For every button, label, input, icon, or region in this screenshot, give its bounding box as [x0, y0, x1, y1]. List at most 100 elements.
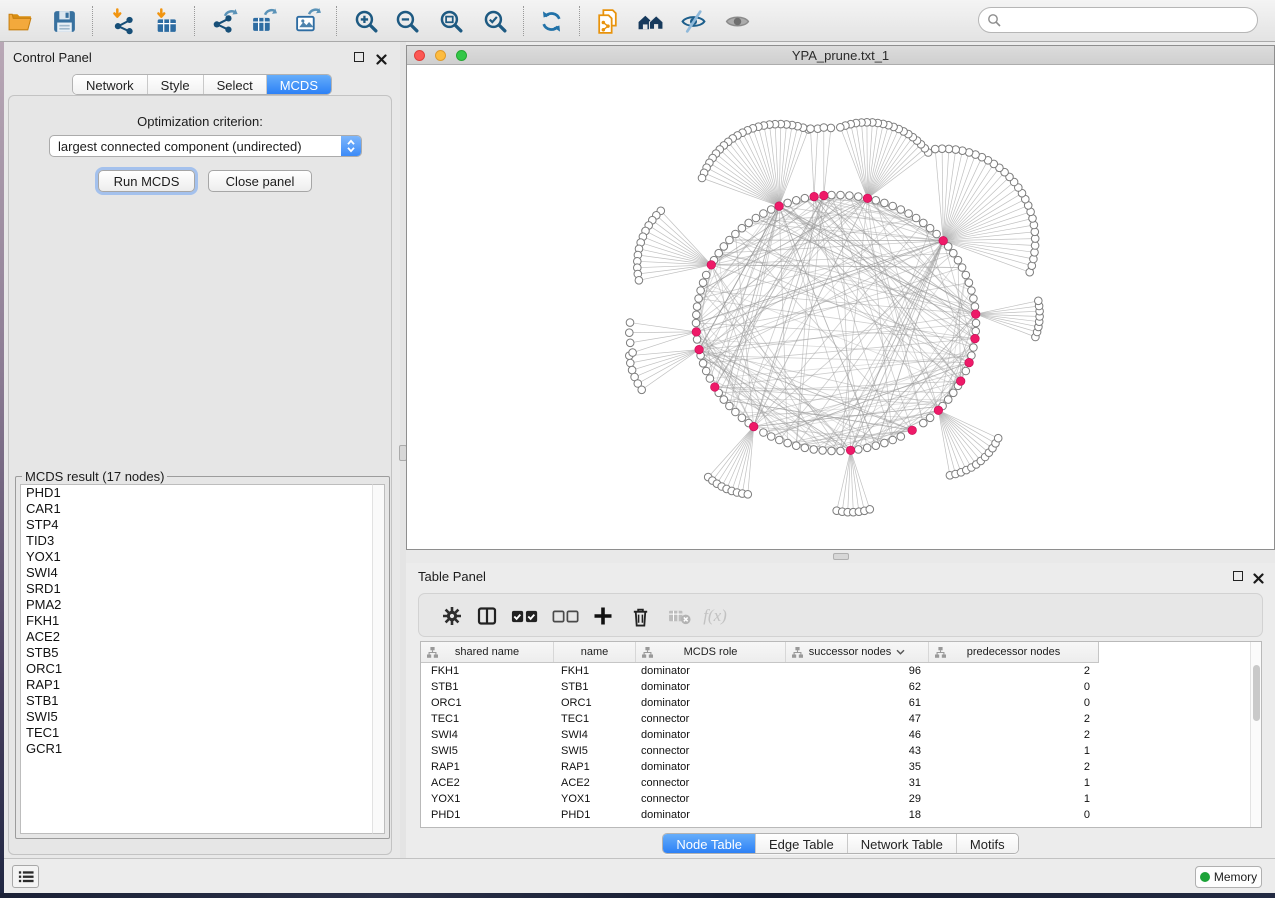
float-panel-icon[interactable]: [354, 52, 364, 62]
import-table-button[interactable]: [149, 4, 183, 38]
float-panel-icon[interactable]: [1233, 571, 1243, 581]
mcds-result-item[interactable]: ORC1: [21, 661, 372, 677]
task-history-button[interactable]: [12, 865, 39, 888]
table-cell: 1: [929, 745, 1098, 757]
table-row[interactable]: ACE2ACE2connector311: [421, 775, 1261, 791]
mcds-result-item[interactable]: SWI5: [21, 709, 372, 725]
mcds-result-item[interactable]: PMA2: [21, 597, 372, 613]
deselect-all-button[interactable]: [551, 601, 581, 631]
mcds-result-scrollbar[interactable]: [372, 484, 385, 834]
show-columns-button[interactable]: [472, 601, 502, 631]
table-row[interactable]: STB1STB1dominator620: [421, 679, 1261, 695]
close-panel-icon[interactable]: [376, 52, 387, 63]
export-network-icon: [211, 8, 238, 35]
network-window-titlebar[interactable]: YPA_prune.txt_1: [407, 46, 1274, 65]
save-floppy-icon: [51, 8, 78, 35]
mcds-result-item[interactable]: YOX1: [21, 549, 372, 565]
table-settings-button[interactable]: [437, 601, 467, 631]
table-row[interactable]: ORC1ORC1dominator610: [421, 695, 1261, 711]
export-table-button[interactable]: [246, 4, 280, 38]
horizontal-splitter[interactable]: [406, 550, 1275, 563]
mcds-result-item[interactable]: ACE2: [21, 629, 372, 645]
delete-table-button-disabled[interactable]: [665, 601, 695, 631]
add-column-button[interactable]: [588, 601, 618, 631]
show-hidden-button[interactable]: [720, 4, 754, 38]
open-session-button[interactable]: [3, 4, 37, 38]
table-cell: dominator: [636, 681, 786, 693]
tab-edge-table[interactable]: Edge Table: [755, 834, 847, 853]
table-row[interactable]: TEC1TEC1connector472: [421, 711, 1261, 727]
splitter-grip[interactable]: [833, 553, 849, 560]
run-mcds-button[interactable]: Run MCDS: [98, 170, 195, 192]
select-all-button[interactable]: [510, 601, 540, 631]
tab-mcds[interactable]: MCDS: [266, 75, 331, 94]
mcds-result-item[interactable]: TEC1: [21, 725, 372, 741]
column-header-shared-name[interactable]: shared name: [421, 642, 554, 662]
refresh-view-button[interactable]: [534, 4, 568, 38]
table-cell: YOX1: [421, 793, 554, 805]
table-row[interactable]: FKH1FKH1dominator962: [421, 663, 1261, 679]
mcds-result-item[interactable]: SRD1: [21, 581, 372, 597]
table-row[interactable]: RAP1RAP1dominator352: [421, 759, 1261, 775]
mcds-tab-content: Optimization criterion: largest connecte…: [8, 95, 392, 855]
close-panel-icon[interactable]: [1253, 571, 1264, 582]
tab-style[interactable]: Style: [147, 75, 203, 94]
checked-boxes-icon: [511, 607, 539, 626]
mcds-result-item[interactable]: CAR1: [21, 501, 372, 517]
zoom-in-icon: [353, 8, 380, 35]
zoom-out-icon: [394, 8, 421, 35]
mcds-result-item[interactable]: FKH1: [21, 613, 372, 629]
mcds-result-item[interactable]: PHD1: [21, 485, 372, 501]
mcds-result-item[interactable]: TID3: [21, 533, 372, 549]
tab-select[interactable]: Select: [203, 75, 266, 94]
zoom-fit-button[interactable]: [434, 4, 468, 38]
zoom-selected-button[interactable]: [478, 4, 512, 38]
export-network-button[interactable]: [207, 4, 241, 38]
column-header-successor-nodes[interactable]: successor nodes: [786, 642, 929, 662]
table-row[interactable]: YOX1YOX1connector291: [421, 791, 1261, 807]
close-panel-button[interactable]: Close panel: [208, 170, 312, 192]
tab-node-table[interactable]: Node Table: [663, 834, 755, 853]
clone-network-button[interactable]: [590, 4, 624, 38]
column-header-MCDS-role[interactable]: MCDS role: [636, 642, 786, 662]
search-input[interactable]: [1006, 13, 1257, 28]
mcds-result-item[interactable]: RAP1: [21, 677, 372, 693]
node-table-header: shared namenameMCDS rolesuccessor nodesp…: [421, 642, 1099, 663]
column-header-predecessor-nodes[interactable]: predecessor nodes: [929, 642, 1098, 662]
network-view[interactable]: [407, 65, 1274, 549]
desktop-wallpaper-bottom: [0, 893, 1275, 898]
mcds-result-item[interactable]: STB5: [21, 645, 372, 661]
import-network-button[interactable]: [105, 4, 139, 38]
memory-button[interactable]: Memory: [1195, 866, 1262, 888]
scrollbar-thumb[interactable]: [1253, 665, 1260, 721]
mcds-result-item[interactable]: STP4: [21, 517, 372, 533]
zoom-in-button[interactable]: [349, 4, 383, 38]
column-header-name[interactable]: name: [554, 642, 636, 662]
tab-network[interactable]: Network: [73, 75, 147, 94]
show-all-nodes-button[interactable]: [633, 4, 667, 38]
hide-selected-button[interactable]: [676, 4, 710, 38]
table-row[interactable]: SWI5SWI5connector431: [421, 743, 1261, 759]
table-row[interactable]: SWI4SWI4dominator462: [421, 727, 1261, 743]
function-builder-button-disabled[interactable]: f(x): [700, 601, 730, 631]
mcds-result-list[interactable]: PHD1CAR1STP4TID3YOX1SWI4SRD1PMA2FKH1ACE2…: [20, 484, 372, 834]
mcds-result-item[interactable]: STB1: [21, 693, 372, 709]
table-cell: ORC1: [554, 697, 636, 709]
network-graph[interactable]: [407, 65, 1274, 549]
table-cell: 2: [929, 713, 1098, 725]
save-session-button[interactable]: [47, 4, 81, 38]
search-box[interactable]: [978, 7, 1258, 33]
tab-network-table[interactable]: Network Table: [847, 834, 956, 853]
optimization-criterion-select[interactable]: largest connected component (undirected): [49, 135, 362, 157]
export-image-button[interactable]: [290, 4, 324, 38]
table-row[interactable]: PHD1PHD1dominator180: [421, 807, 1261, 823]
table-scrollbar[interactable]: [1250, 642, 1261, 827]
memory-status-icon: [1200, 872, 1210, 882]
mcds-result-item[interactable]: GCR1: [21, 741, 372, 757]
mcds-result-item[interactable]: SWI4: [21, 565, 372, 581]
cytoscape-window: Control Panel NetworkStyleSelectMCDS Opt…: [0, 0, 1275, 898]
table-cell: 46: [786, 729, 929, 741]
zoom-out-button[interactable]: [390, 4, 424, 38]
tab-motifs[interactable]: Motifs: [956, 834, 1018, 853]
delete-column-button[interactable]: [625, 601, 655, 631]
